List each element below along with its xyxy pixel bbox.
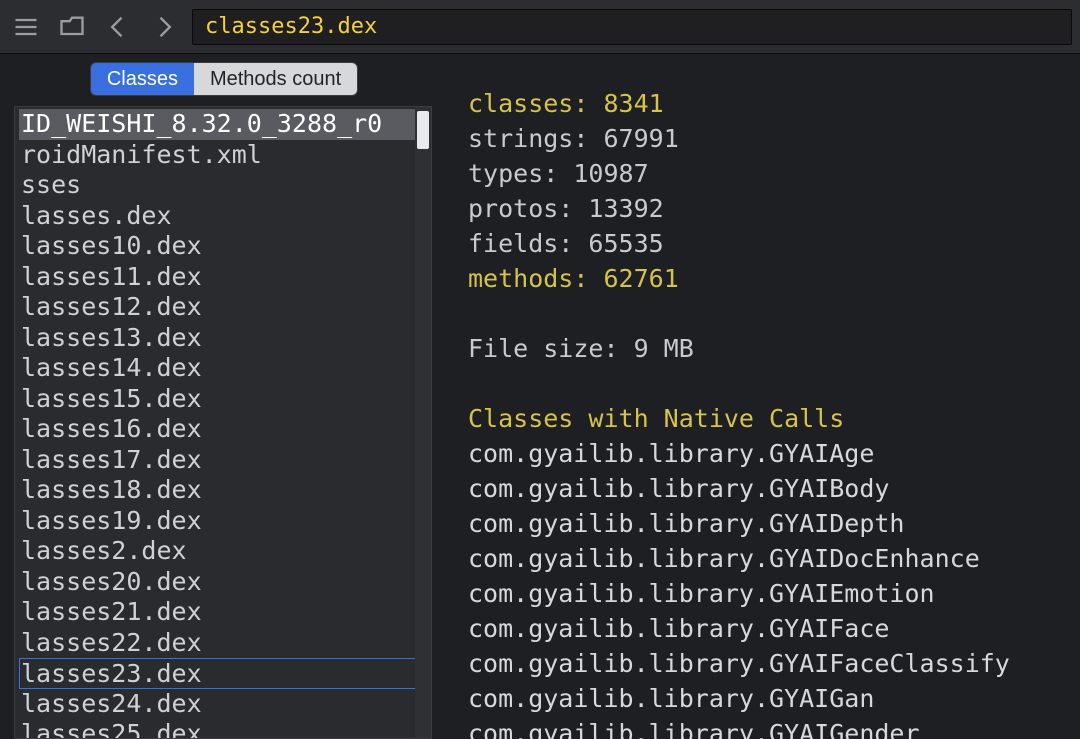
file-item[interactable]: lasses15.dex	[19, 384, 425, 415]
stat-classes: classes: 8341	[468, 86, 1072, 121]
path-text: classes23.dex	[205, 14, 377, 39]
native-calls-list: com.gyailib.library.GYAIAgecom.gyailib.l…	[468, 436, 1072, 739]
file-item[interactable]: lasses14.dex	[19, 353, 425, 384]
file-item[interactable]: lasses2.dex	[19, 536, 425, 567]
file-item[interactable]: lasses13.dex	[19, 323, 425, 354]
native-call-item: com.gyailib.library.GYAIBody	[468, 471, 1072, 506]
file-item[interactable]: lasses20.dex	[19, 567, 425, 598]
native-call-item: com.gyailib.library.GYAIDocEnhance	[468, 541, 1072, 576]
native-calls-title: Classes with Native Calls	[468, 401, 1072, 436]
native-call-item: com.gyailib.library.GYAIFaceClassify	[468, 646, 1072, 681]
forward-icon[interactable]	[146, 9, 182, 45]
file-list[interactable]: ID_WEISHI_8.32.0_3288_r0roidManifest.xml…	[15, 107, 431, 738]
path-field[interactable]: classes23.dex	[192, 9, 1072, 45]
file-item[interactable]: lasses12.dex	[19, 292, 425, 323]
native-call-item: com.gyailib.library.GYAIEmotion	[468, 576, 1072, 611]
native-call-item: com.gyailib.library.GYAIGender	[468, 716, 1072, 739]
file-item[interactable]: lasses16.dex	[19, 414, 425, 445]
main-area: Classes Methods count ID_WEISHI_8.32.0_3…	[0, 54, 1080, 739]
file-item[interactable]: ID_WEISHI_8.32.0_3288_r0	[19, 109, 425, 140]
tab-methods-count[interactable]: Methods count	[194, 63, 357, 95]
stat-types: types: 10987	[468, 156, 1072, 191]
file-list-pane: ID_WEISHI_8.32.0_3288_r0roidManifest.xml…	[14, 106, 432, 739]
file-item[interactable]: lasses25.dex	[19, 719, 425, 738]
left-panel: Classes Methods count ID_WEISHI_8.32.0_3…	[0, 54, 448, 739]
detail-panel: classes: 8341 strings: 67991 types: 1098…	[448, 54, 1080, 739]
file-item[interactable]: lasses11.dex	[19, 262, 425, 293]
file-item[interactable]: lasses10.dex	[19, 231, 425, 262]
native-call-item: com.gyailib.library.GYAIAge	[468, 436, 1072, 471]
file-item[interactable]: lasses24.dex	[19, 689, 425, 720]
stat-methods: methods: 62761	[468, 261, 1072, 296]
file-item[interactable]: roidManifest.xml	[19, 140, 425, 171]
back-icon[interactable]	[100, 9, 136, 45]
scrollbar[interactable]	[415, 107, 431, 738]
tab-classes[interactable]: Classes	[91, 63, 194, 95]
file-item[interactable]: sses	[19, 170, 425, 201]
top-toolbar: classes23.dex	[0, 0, 1080, 54]
file-item[interactable]: lasses21.dex	[19, 597, 425, 628]
stat-fields: fields: 65535	[468, 226, 1072, 261]
native-call-item: com.gyailib.library.GYAIDepth	[468, 506, 1072, 541]
stat-strings: strings: 67991	[468, 121, 1072, 156]
file-item[interactable]: lasses19.dex	[19, 506, 425, 537]
file-item[interactable]: lasses17.dex	[19, 445, 425, 476]
file-item[interactable]: lasses23.dex	[19, 658, 425, 689]
stat-filesize: File size: 9 MB	[468, 331, 1072, 366]
tab-bar: Classes Methods count	[0, 54, 448, 102]
menu-icon[interactable]	[8, 9, 44, 45]
tab-icon[interactable]	[54, 9, 90, 45]
scrollbar-thumb[interactable]	[417, 111, 429, 149]
file-item[interactable]: lasses18.dex	[19, 475, 425, 506]
file-item[interactable]: lasses.dex	[19, 201, 425, 232]
file-item[interactable]: lasses22.dex	[19, 628, 425, 659]
stat-protos: protos: 13392	[468, 191, 1072, 226]
native-call-item: com.gyailib.library.GYAIGan	[468, 681, 1072, 716]
native-call-item: com.gyailib.library.GYAIFace	[468, 611, 1072, 646]
